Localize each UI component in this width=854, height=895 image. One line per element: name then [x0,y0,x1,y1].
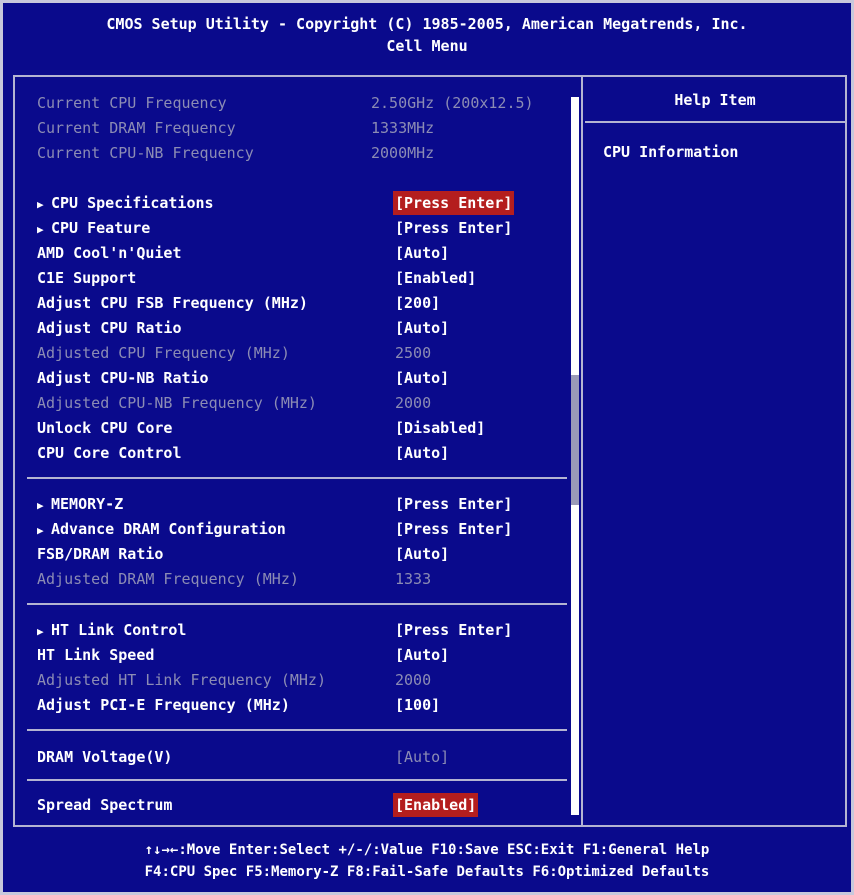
scrollbar-thumb[interactable] [571,375,579,505]
ht-link-control-row[interactable]: ▶ HT Link Control [Press Enter] [37,618,567,642]
adjusted-dram-frequency-row: Adjusted DRAM Frequency (MHz) 1333 [37,567,567,591]
right-triangle-icon: ▶ [37,223,44,236]
section-divider [27,603,567,605]
row-label: MEMORY-Z [51,495,124,513]
cpu-fsb-frequency-value[interactable]: [200] [393,291,442,315]
pcie-frequency-value[interactable]: [100] [393,693,442,717]
row-label: Spread Spectrum [37,796,173,814]
cpu-fsb-frequency-row[interactable]: Adjust CPU FSB Frequency (MHz) [200] [37,291,567,315]
right-triangle-icon: ▶ [37,524,44,537]
row-value: 1333MHz [371,119,435,137]
menu-title: Cell Menu [386,37,468,55]
right-triangle-icon: ▶ [37,198,44,211]
cpu-core-control-value[interactable]: [Auto] [393,441,451,465]
adjusted-ht-link-frequency-row: Adjusted HT Link Frequency (MHz) 2000 [37,668,567,692]
row-label: DRAM Voltage(V) [37,748,173,766]
cpu-specifications-value[interactable]: [Press Enter] [393,191,515,215]
advance-dram-configuration-value[interactable]: [Press Enter] [393,517,514,541]
row-label: Unlock CPU Core [37,419,173,437]
help-panel: Help Item CPU Information [585,77,845,825]
row-label: HT Link Control [51,621,187,639]
row-label: C1E Support [37,269,137,287]
row-label: Adjusted CPU-NB Frequency (MHz) [37,394,317,412]
row-label: Adjust PCI-E Frequency (MHz) [37,696,290,714]
c1e-support-value[interactable]: [Enabled] [393,266,478,290]
row-label: HT Link Speed [37,646,155,664]
cool-n-quiet-value[interactable]: [Auto] [393,241,451,265]
row-label: CPU Feature [51,219,151,237]
adjusted-cpu-nb-frequency-value: 2000 [395,394,432,412]
row-value: 2.50GHz (200x12.5) [371,94,534,112]
copyright-title: CMOS Setup Utility - Copyright (C) 1985-… [106,15,748,33]
dram-voltage-row[interactable]: DRAM Voltage(V) [Auto] [37,745,567,769]
section-divider [27,729,567,731]
main-frame: Current CPU Frequency 2.50GHz (200x12.5)… [13,75,847,827]
row-label: Adjust CPU-NB Ratio [37,369,209,387]
row-label: Adjust CPU Ratio [37,319,182,337]
right-triangle-icon: ▶ [37,625,44,638]
row-label: FSB/DRAM Ratio [37,545,164,563]
cpu-nb-ratio-value[interactable]: [Auto] [393,366,451,390]
ht-link-speed-value[interactable]: [Auto] [393,643,451,667]
help-divider [585,121,845,123]
fsb-dram-ratio-row[interactable]: FSB/DRAM Ratio [Auto] [37,542,567,566]
bios-screen: CMOS Setup Utility - Copyright (C) 1985-… [0,0,854,895]
cool-n-quiet-row[interactable]: AMD Cool'n'Quiet [Auto] [37,241,567,265]
spread-spectrum-value[interactable]: [Enabled] [393,793,479,817]
row-label: CPU Core Control [37,444,182,462]
key-legend: ↑↓→←:Move Enter:Select +/-/:Value F10:Sa… [3,839,851,895]
adjusted-cpu-frequency-value: 2500 [395,344,432,362]
unlock-cpu-core-row[interactable]: Unlock CPU Core [Disabled] [37,416,567,440]
pcie-frequency-row[interactable]: Adjust PCI-E Frequency (MHz) [100] [37,693,567,717]
row-label: Current CPU-NB Frequency [37,144,254,162]
fsb-dram-ratio-value[interactable]: [Auto] [393,542,451,566]
dram-voltage-value[interactable]: [Auto] [393,745,451,769]
title-bar: CMOS Setup Utility - Copyright (C) 1985-… [3,3,851,69]
cpu-nb-ratio-row[interactable]: Adjust CPU-NB Ratio [Auto] [37,366,567,390]
row-label: CPU Specifications [51,194,214,212]
adjusted-dram-frequency-value: 1333 [395,570,432,588]
memory-z-row[interactable]: ▶ MEMORY-Z [Press Enter] [37,492,567,516]
scrollbar-track[interactable] [571,97,579,815]
row-label: Current DRAM Frequency [37,119,236,137]
row-label: Advance DRAM Configuration [51,520,286,538]
memory-z-value[interactable]: [Press Enter] [393,492,514,516]
key-legend-line-2: F4:CPU Spec F5:Memory-Z F8:Fail-Safe Def… [144,864,710,880]
current-cpu-nb-frequency-row: Current CPU-NB Frequency 2000MHz [37,141,567,165]
cpu-ratio-value[interactable]: [Auto] [393,316,451,340]
cpu-feature-value[interactable]: [Press Enter] [393,216,514,240]
cpu-ratio-row[interactable]: Adjust CPU Ratio [Auto] [37,316,567,340]
unlock-cpu-core-value[interactable]: [Disabled] [393,416,487,440]
cpu-feature-row[interactable]: ▶ CPU Feature [Press Enter] [37,216,567,240]
scroll-down-icon[interactable]: ▼ [569,799,581,811]
advance-dram-configuration-row[interactable]: ▶ Advance DRAM Configuration [Press Enter… [37,517,567,541]
ht-link-speed-row[interactable]: HT Link Speed [Auto] [37,643,567,667]
row-label: Adjusted HT Link Frequency (MHz) [37,671,326,689]
cpu-specifications-row[interactable]: ▶ CPU Specifications [Press Enter] [37,191,567,215]
row-value: 2000MHz [371,144,435,162]
right-triangle-icon: ▶ [37,499,44,512]
settings-panel: Current CPU Frequency 2.50GHz (200x12.5)… [15,77,583,825]
spread-spectrum-row[interactable]: Spread Spectrum [Enabled] [37,793,567,817]
row-label: Adjusted DRAM Frequency (MHz) [37,570,299,588]
key-legend-line-1: ↑↓→←:Move Enter:Select +/-/:Value F10:Sa… [144,842,710,858]
help-text: CPU Information [603,143,739,161]
cpu-core-control-row[interactable]: CPU Core Control [Auto] [37,441,567,465]
row-label: Adjusted CPU Frequency (MHz) [37,344,290,362]
adjusted-ht-link-frequency-value: 2000 [395,671,432,689]
c1e-support-row[interactable]: C1E Support [Enabled] [37,266,567,290]
current-dram-frequency-row: Current DRAM Frequency 1333MHz [37,116,567,140]
section-divider [27,477,567,479]
row-label: Current CPU Frequency [37,94,227,112]
adjusted-cpu-nb-frequency-row: Adjusted CPU-NB Frequency (MHz) 2000 [37,391,567,415]
row-label: Adjust CPU FSB Frequency (MHz) [37,294,308,312]
current-cpu-frequency-row: Current CPU Frequency 2.50GHz (200x12.5) [37,91,567,115]
adjusted-cpu-frequency-row: Adjusted CPU Frequency (MHz) 2500 [37,341,567,365]
help-title: Help Item [674,91,756,109]
row-label: AMD Cool'n'Quiet [37,244,182,262]
ht-link-control-value[interactable]: [Press Enter] [393,618,514,642]
section-divider [27,779,567,781]
